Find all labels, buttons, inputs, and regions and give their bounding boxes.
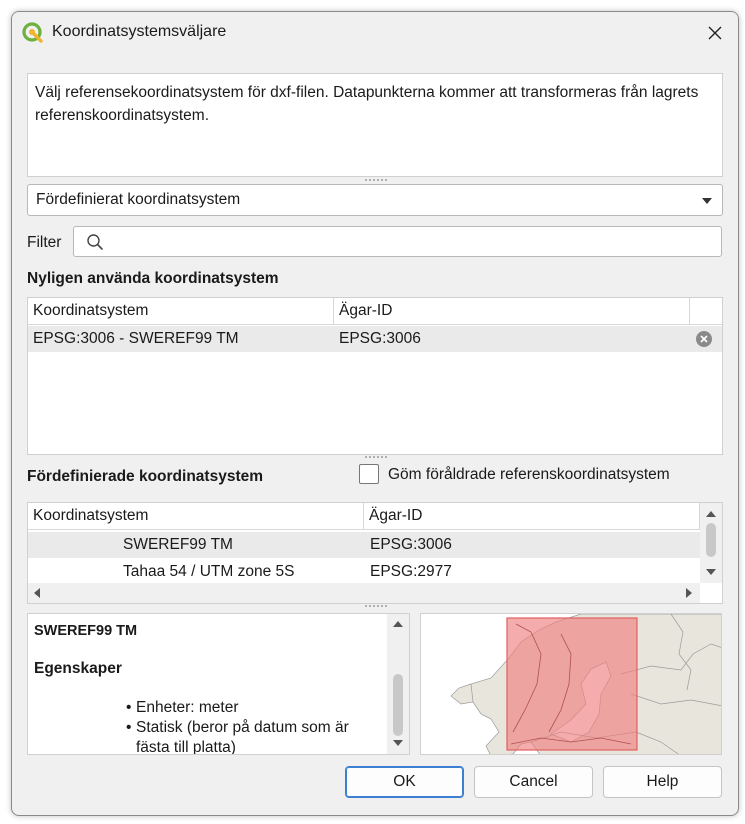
scroll-up-icon[interactable]	[706, 511, 716, 517]
scroll-right-icon[interactable]	[686, 588, 692, 598]
selected-crs-name: SWEREF99 TM	[34, 623, 138, 639]
predefined-row-id: EPSG:2977	[370, 563, 452, 580]
scroll-left-icon[interactable]	[34, 588, 40, 598]
splitter-handle[interactable]	[361, 456, 391, 460]
splitter-handle[interactable]	[361, 605, 391, 609]
table-row[interactable]: EPSG:3006 - SWEREF99 TM EPSG:3006	[28, 326, 722, 352]
search-icon	[87, 234, 103, 250]
column-header-owner-id[interactable]: Ägar-ID	[364, 503, 700, 530]
extent-map-image	[421, 614, 721, 754]
close-icon	[708, 26, 722, 40]
predefined-row-id: EPSG:3006	[370, 536, 452, 553]
description-text: Välj referensekoordinatsystem för dxf-fi…	[27, 73, 723, 177]
cancel-button[interactable]: Cancel	[474, 766, 593, 798]
predefined-row-name: Tahaa 54 / UTM zone 5S	[123, 563, 295, 580]
filter-label: Filter	[27, 234, 62, 251]
hide-deprecated-checkbox[interactable]	[359, 464, 379, 484]
predefined-crs-table: Koordinatsystem Ägar-ID SWEREF99 TM EPSG…	[27, 502, 723, 604]
predefined-row-name: SWEREF99 TM	[123, 536, 233, 553]
qgis-logo-icon	[22, 22, 43, 43]
filter-input[interactable]	[73, 226, 722, 257]
properties-heading: Egenskaper	[34, 660, 122, 677]
splitter-handle[interactable]	[361, 179, 391, 183]
crs-selector-dialog: Koordinatsystemsväljare Välj referenseko…	[11, 11, 739, 816]
help-button[interactable]: Help	[603, 766, 722, 798]
scroll-down-icon[interactable]	[706, 569, 716, 575]
remove-recent-icon[interactable]	[695, 330, 713, 348]
scroll-up-icon[interactable]	[393, 621, 403, 627]
predefined-crs-heading: Fördefinierade koordinatsystem	[27, 468, 264, 485]
crs-extent-map	[420, 613, 722, 755]
properties-list: Enheter: meter Statisk (beror på datum s…	[126, 698, 376, 754]
window-title: Koordinatsystemsväljare	[52, 23, 227, 40]
crs-properties-panel: SWEREF99 TM Egenskaper Enheter: meter St…	[27, 613, 410, 755]
title-bar: Koordinatsystemsväljare	[12, 12, 738, 54]
column-header-crs[interactable]: Koordinatsystem	[28, 503, 364, 530]
scroll-thumb[interactable]	[393, 674, 403, 736]
column-header-owner-id[interactable]: Ägar-ID	[334, 298, 690, 325]
close-button[interactable]	[692, 12, 738, 54]
hide-deprecated-label[interactable]: Göm föråldrade referenskoordinatsystem	[388, 466, 670, 484]
table-row[interactable]: Tahaa 54 / UTM zone 5S EPSG:2977	[28, 559, 700, 583]
crs-type-combo[interactable]: Fördefinierat koordinatsystem	[27, 184, 723, 216]
crs-type-combo-value: Fördefinierat koordinatsystem	[36, 191, 241, 208]
recent-crs-table: Koordinatsystem Ägar-ID EPSG:3006 - SWER…	[27, 297, 723, 455]
ok-button[interactable]: OK	[345, 766, 464, 798]
chevron-down-icon	[702, 198, 712, 204]
list-item: Enheter: meter	[126, 698, 376, 718]
list-item: Statisk (beror på datum som är fästa til…	[126, 718, 376, 754]
table-header: Koordinatsystem Ägar-ID	[28, 298, 722, 325]
table-header: Koordinatsystem Ägar-ID	[28, 503, 700, 530]
column-header-crs[interactable]: Koordinatsystem	[28, 298, 334, 325]
vertical-scrollbar[interactable]	[700, 503, 722, 583]
recent-row-id: EPSG:3006	[339, 330, 421, 347]
recent-row-name: EPSG:3006 - SWEREF99 TM	[33, 330, 239, 347]
vertical-scrollbar[interactable]	[387, 614, 409, 754]
scroll-down-icon[interactable]	[393, 740, 403, 746]
horizontal-scrollbar[interactable]	[28, 583, 700, 603]
recent-crs-heading: Nyligen använda koordinatsystem	[27, 270, 279, 287]
table-row[interactable]: SWEREF99 TM EPSG:3006	[28, 532, 700, 558]
scroll-thumb[interactable]	[706, 523, 716, 557]
